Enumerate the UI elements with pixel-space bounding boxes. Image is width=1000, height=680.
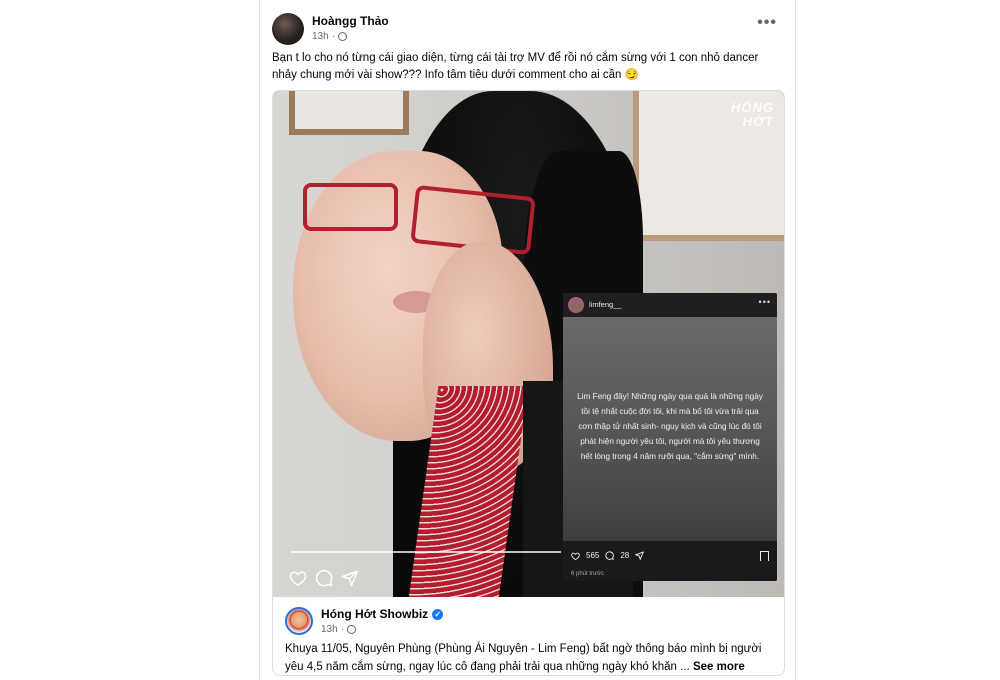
globe-icon (338, 32, 348, 41)
video-progress-bar[interactable] (291, 551, 561, 553)
post-meta: 13h · (312, 31, 348, 42)
post-card: Hoàngg Thảo 13h · ••• Bạn t lo cho nó từ… (259, 0, 796, 680)
verified-badge-icon: ✓ (432, 608, 444, 620)
comment-icon[interactable] (313, 567, 335, 589)
page-name-row: Hóng Hớt Showbiz ✓ (321, 607, 444, 621)
watermark-line2: HỚT (742, 114, 774, 129)
story-screenshot: limfeng__ ••• Lim Feng đây! Những ngày q… (563, 293, 777, 581)
shared-text: Khuya 11/05, Nguyên Phùng (Phùng Ái Nguy… (285, 643, 762, 673)
story-comment-icon (605, 551, 615, 560)
post-caption: Bạn t lo cho nó từng cái giao diện, từng… (272, 52, 759, 81)
post-time[interactable]: 13h (312, 31, 329, 42)
share-icon[interactable] (339, 567, 361, 589)
shared-text-block: Khuya 11/05, Nguyên Phùng (Phùng Ái Nguy… (285, 640, 775, 675)
page-name[interactable]: Hóng Hớt Showbiz (321, 607, 428, 621)
watermark-line1: HÓNG (731, 100, 774, 115)
shared-post[interactable]: HÓNG HỚT limfeng__ ••• Lim Feng đây! Nhữ… (272, 90, 785, 676)
shared-post-footer: Hóng Hớt Showbiz ✓ 13h · Khuya 11/05, Ng… (273, 597, 784, 675)
story-share-icon (635, 551, 645, 560)
shared-time[interactable]: 13h (321, 624, 338, 635)
author-name[interactable]: Hoàngg Thảo (312, 14, 389, 28)
wall-frame-left (289, 91, 409, 135)
shared-media[interactable]: HÓNG HỚT limfeng__ ••• Lim Feng đây! Nhữ… (273, 91, 784, 597)
author-avatar[interactable] (272, 13, 304, 45)
post-header: Hoàngg Thảo 13h · ••• (272, 12, 783, 46)
dot-separator: · (340, 624, 345, 635)
story-more-icon: ••• (758, 297, 771, 307)
story-text: Lim Feng đây! Những ngày qua quả là nhữn… (577, 392, 763, 461)
heart-icon[interactable] (287, 567, 309, 589)
story-heart-icon (571, 552, 580, 560)
globe-icon (347, 625, 357, 634)
more-options-button[interactable]: ••• (757, 14, 777, 32)
photo-glasses-left (303, 183, 398, 231)
story-username: limfeng__ (589, 300, 622, 309)
story-avatar (568, 297, 584, 313)
see-more-link[interactable]: See more (693, 661, 745, 673)
story-time: 6 phút trước (571, 571, 604, 577)
story-comments-count: 28 (620, 551, 630, 560)
shared-meta: 13h · (321, 624, 357, 635)
story-actions: 565 28 (571, 551, 645, 560)
watermark-logo: HÓNG HỚT (731, 101, 774, 129)
dot-separator: · (331, 31, 336, 42)
story-likes-count: 565 (586, 551, 600, 560)
story-bookmark-icon (760, 551, 769, 561)
page-avatar[interactable] (285, 607, 313, 635)
